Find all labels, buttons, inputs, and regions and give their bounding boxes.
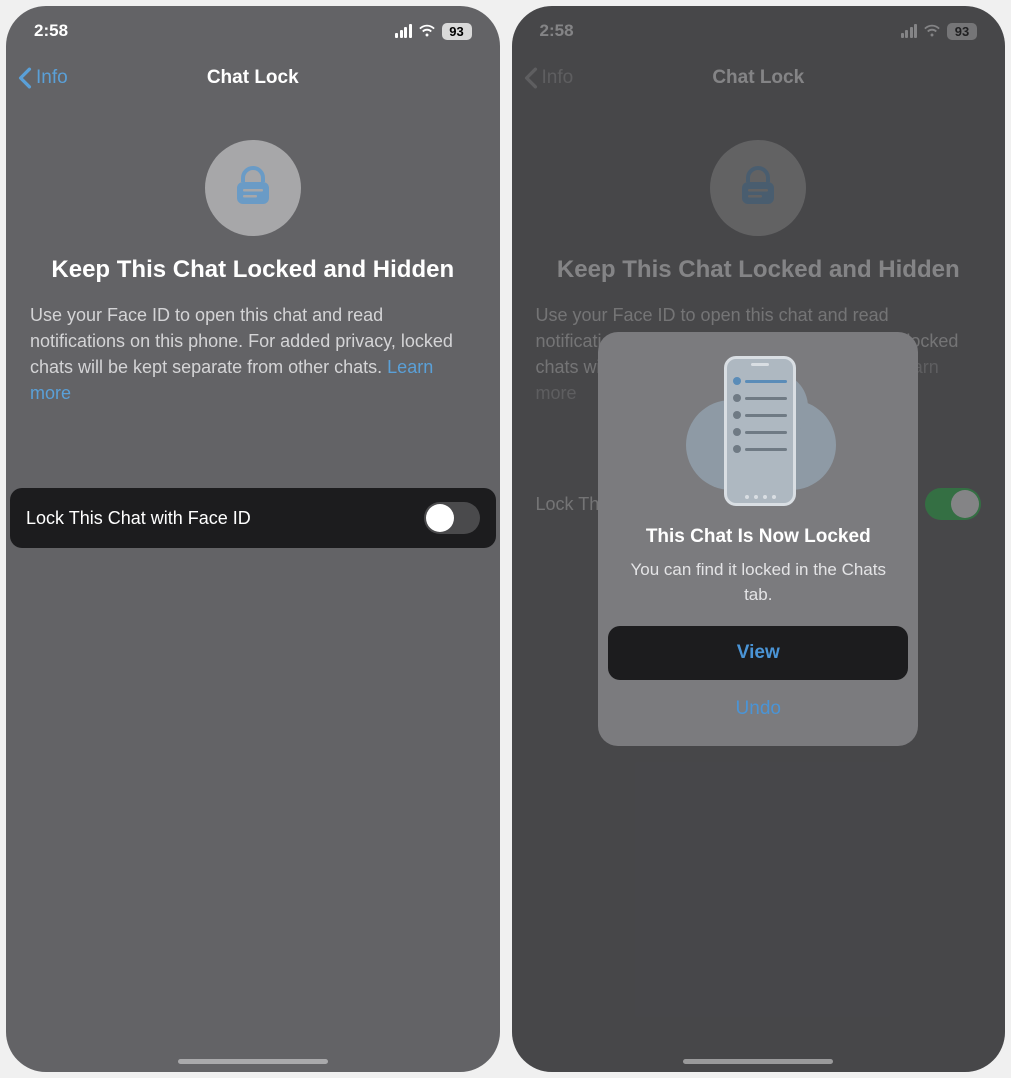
- lock-toggle-label: Lock This Chat with Face ID: [26, 508, 251, 529]
- lock-toggle[interactable]: [424, 502, 480, 534]
- heading: Keep This Chat Locked and Hidden: [30, 256, 476, 284]
- lock-chat-icon: [205, 140, 301, 236]
- page-title: Chat Lock: [207, 67, 299, 89]
- battery-level-badge: 93: [442, 23, 472, 40]
- lock-toggle-row: Lock This Chat with Face ID: [10, 488, 496, 548]
- back-button[interactable]: Info: [18, 67, 68, 89]
- status-indicators: 93: [395, 23, 472, 40]
- nav-header: Info Chat Lock: [6, 56, 500, 100]
- wifi-icon: [418, 24, 436, 38]
- back-label: Info: [36, 67, 68, 89]
- cellular-signal-icon: [395, 24, 412, 38]
- dialog-title: This Chat Is Now Locked: [608, 526, 908, 548]
- status-time: 2:58: [34, 21, 68, 41]
- phone-screen-right: 2:58 93 Info Chat Lock Keep This Chat Lo…: [512, 6, 1006, 1072]
- dialog-overlay: This Chat Is Now Locked You can find it …: [512, 6, 1006, 1072]
- locked-chat-illustration: [678, 352, 838, 512]
- content-area: Keep This Chat Locked and Hidden Use you…: [6, 100, 500, 1072]
- dialog-message: You can find it locked in the Chats tab.: [608, 558, 908, 607]
- chevron-left-icon: [18, 67, 32, 89]
- phone-screen-left: 2:58 93 Info Chat Lock Keep This Chat Lo…: [6, 6, 500, 1072]
- status-bar: 2:58 93: [6, 6, 500, 56]
- home-indicator[interactable]: [178, 1059, 328, 1064]
- undo-button[interactable]: Undo: [608, 686, 908, 732]
- confirmation-dialog: This Chat Is Now Locked You can find it …: [598, 332, 918, 745]
- home-indicator[interactable]: [683, 1059, 833, 1064]
- view-button[interactable]: View: [608, 626, 908, 680]
- description: Use your Face ID to open this chat and r…: [30, 302, 476, 406]
